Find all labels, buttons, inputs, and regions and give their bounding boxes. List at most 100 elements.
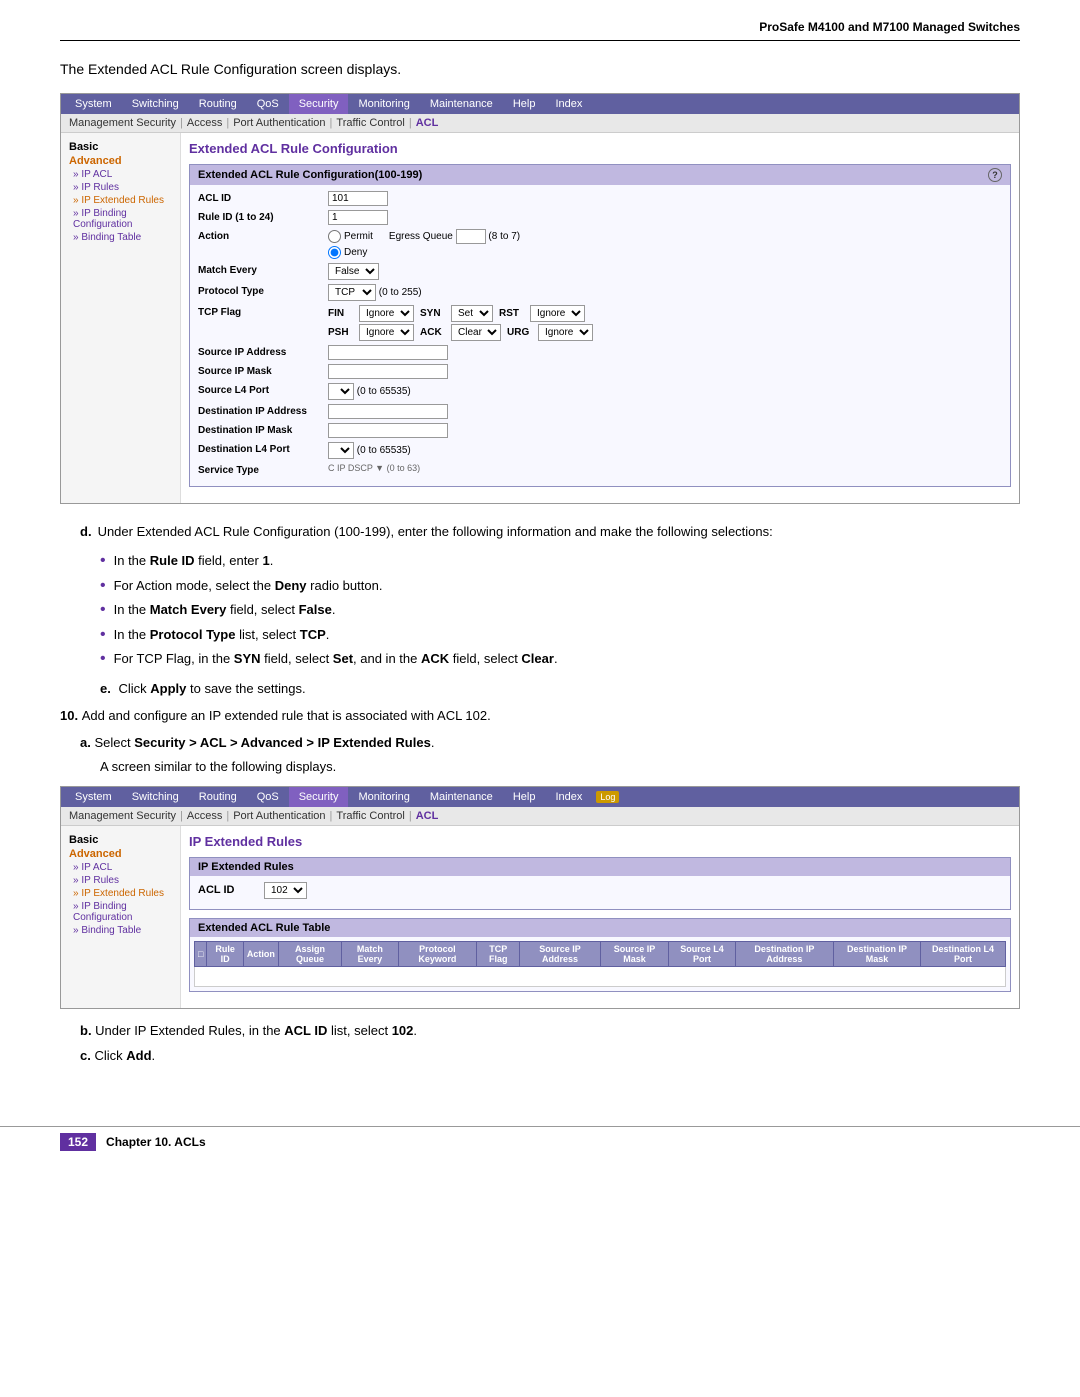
source-ip-input[interactable] — [328, 345, 448, 360]
subnav-portauth[interactable]: Port Authentication — [233, 117, 325, 129]
col-dest-ip: Destination IP Address — [735, 941, 833, 966]
log-badge: Log — [596, 791, 619, 803]
nav2-index[interactable]: Index — [545, 787, 592, 807]
step-10: 10. Add and configure an IP extended rul… — [60, 706, 1020, 726]
acl-id-box-label: ACL ID — [198, 884, 258, 896]
col-source-l4: Source L4 Port — [669, 941, 735, 966]
sidebar2-ip-binding[interactable]: » IP Binding Configuration — [73, 901, 172, 923]
egress-queue-label: Egress Queue (8 to 7) — [389, 229, 520, 244]
sidebar-ip-binding[interactable]: » IP Binding Configuration — [73, 208, 172, 230]
subnav-access[interactable]: Access — [187, 117, 222, 129]
nav-qos[interactable]: QoS — [247, 94, 289, 114]
config-box-content-1: ACL ID Rule ID (1 to 24) — [190, 185, 1010, 486]
source-ip-row: Source IP Address — [198, 345, 1002, 360]
sidebar2-ip-extended[interactable]: » IP Extended Rules — [73, 888, 172, 899]
config-box-1: Extended ACL Rule Configuration(100-199)… — [189, 164, 1011, 487]
fin-label: FIN — [328, 308, 353, 319]
sidebar-ip-extended-rules[interactable]: » IP Extended Rules — [73, 195, 172, 206]
e-label: e. — [100, 681, 111, 696]
nav-maintenance[interactable]: Maintenance — [420, 94, 503, 114]
nav-security[interactable]: Security — [289, 94, 349, 114]
col-dest-mask: Destination IP Mask — [834, 941, 921, 966]
subnav-traffic[interactable]: Traffic Control — [336, 117, 404, 129]
nav-help[interactable]: Help — [503, 94, 546, 114]
click-apply: e. Click Apply to save the settings. — [100, 681, 1020, 696]
urg-select[interactable]: Ignore — [538, 324, 593, 341]
protocol-type-select[interactable]: TCP UDP — [328, 284, 376, 301]
ack-label: ACK — [420, 327, 445, 338]
content-area-2: Basic Advanced » IP ACL » IP Rules » IP … — [61, 826, 1019, 1008]
syn-label: SYN — [420, 308, 445, 319]
acl-id-input[interactable] — [328, 191, 388, 206]
sidebar2-basic: Basic — [69, 834, 172, 846]
nav2-help[interactable]: Help — [503, 787, 546, 807]
nav2-monitoring[interactable]: Monitoring — [348, 787, 419, 807]
content-area-1: Basic Advanced » IP ACL » IP Rules » IP … — [61, 133, 1019, 503]
nav2-qos[interactable]: QoS — [247, 787, 289, 807]
subnav2-traffic[interactable]: Traffic Control — [336, 810, 404, 822]
source-l4-label: Source L4 Port — [198, 383, 328, 396]
acl-id-row: ACL ID — [198, 191, 1002, 206]
nav2-maintenance[interactable]: Maintenance — [420, 787, 503, 807]
fin-select[interactable]: Ignore — [359, 305, 414, 322]
extended-acl-table-box: Extended ACL Rule Table □ Rule ID Action… — [189, 918, 1011, 992]
source-mask-input[interactable] — [328, 364, 448, 379]
main-content-2: IP Extended Rules IP Extended Rules ACL … — [181, 826, 1019, 1008]
subnav2-access[interactable]: Access — [187, 810, 222, 822]
subnav2-acl[interactable]: ACL — [416, 810, 439, 822]
sidebar-binding-table[interactable]: » Binding Table — [73, 232, 172, 243]
nav2-switching[interactable]: Switching — [122, 787, 189, 807]
instruction-d-header: d. Under Extended ACL Rule Configuration… — [80, 524, 1020, 539]
nav2-system[interactable]: System — [65, 787, 122, 807]
sidebar2-ip-acl[interactable]: » IP ACL — [73, 862, 172, 873]
rule-id-input[interactable] — [328, 210, 388, 225]
sub-text: A screen similar to the following displa… — [100, 759, 1020, 774]
match-every-select[interactable]: False True — [328, 263, 379, 280]
nav-index[interactable]: Index — [545, 94, 592, 114]
step-10-num: 10. — [60, 708, 82, 723]
urg-label: URG — [507, 327, 532, 338]
page-header: ProSafe M4100 and M7100 Managed Switches — [60, 20, 1020, 41]
action-radio-group: Permit Egress Queue (8 to 7) — [328, 229, 1002, 244]
bullet-list: • In the Rule ID field, enter 1. • For A… — [100, 551, 1020, 669]
dest-mask-input[interactable] — [328, 423, 448, 438]
psh-label: PSH — [328, 327, 353, 338]
nav2-routing[interactable]: Routing — [189, 787, 247, 807]
sidebar-ip-rules[interactable]: » IP Rules — [73, 182, 172, 193]
deny-radio: Deny — [328, 246, 1002, 259]
subnav2-portauth[interactable]: Port Authentication — [233, 810, 325, 822]
sidebar2-binding-table[interactable]: » Binding Table — [73, 925, 172, 936]
dest-mask-row: Destination IP Mask — [198, 423, 1002, 438]
egress-queue-input[interactable] — [456, 229, 486, 244]
tcp-flag-row2: PSH Ignore ACK Clear URG Ignore — [328, 324, 1002, 341]
rst-select[interactable]: Ignore — [530, 305, 585, 322]
step-a: a. Select Security > ACL > Advanced > IP… — [80, 733, 1020, 753]
nav-system[interactable]: System — [65, 94, 122, 114]
action-row: Action Permit Egress Queue — [198, 229, 1002, 259]
nav-routing[interactable]: Routing — [189, 94, 247, 114]
sidebar-2: Basic Advanced » IP ACL » IP Rules » IP … — [61, 826, 181, 1008]
source-l4-select[interactable] — [328, 383, 354, 400]
subnav2-mgmt[interactable]: Management Security — [69, 810, 176, 822]
col-checkbox: □ — [195, 941, 207, 966]
table-row-empty — [195, 966, 1006, 986]
header-title: ProSafe M4100 and M7100 Managed Switches — [759, 20, 1020, 34]
sidebar2-ip-rules[interactable]: » IP Rules — [73, 875, 172, 886]
help-icon[interactable]: ? — [988, 168, 1002, 182]
dest-l4-select[interactable] — [328, 442, 354, 459]
psh-select[interactable]: Ignore — [359, 324, 414, 341]
rule-id-row: Rule ID (1 to 24) — [198, 210, 1002, 225]
dest-ip-label: Destination IP Address — [198, 404, 328, 417]
syn-select[interactable]: Set — [451, 305, 493, 322]
sidebar-ip-acl[interactable]: » IP ACL — [73, 169, 172, 180]
acl-id-dropdown[interactable]: 102 — [264, 882, 307, 899]
dest-ip-input[interactable] — [328, 404, 448, 419]
nav-switching[interactable]: Switching — [122, 94, 189, 114]
subnav-mgmt[interactable]: Management Security — [69, 117, 176, 129]
sub-nav-2: Management Security | Access | Port Auth… — [61, 807, 1019, 826]
subnav-acl[interactable]: ACL — [416, 117, 439, 129]
nav2-security[interactable]: Security — [289, 787, 349, 807]
nav-monitoring[interactable]: Monitoring — [348, 94, 419, 114]
ack-select[interactable]: Clear — [451, 324, 501, 341]
screenshot1: System Switching Routing QoS Security Mo… — [60, 93, 1020, 504]
